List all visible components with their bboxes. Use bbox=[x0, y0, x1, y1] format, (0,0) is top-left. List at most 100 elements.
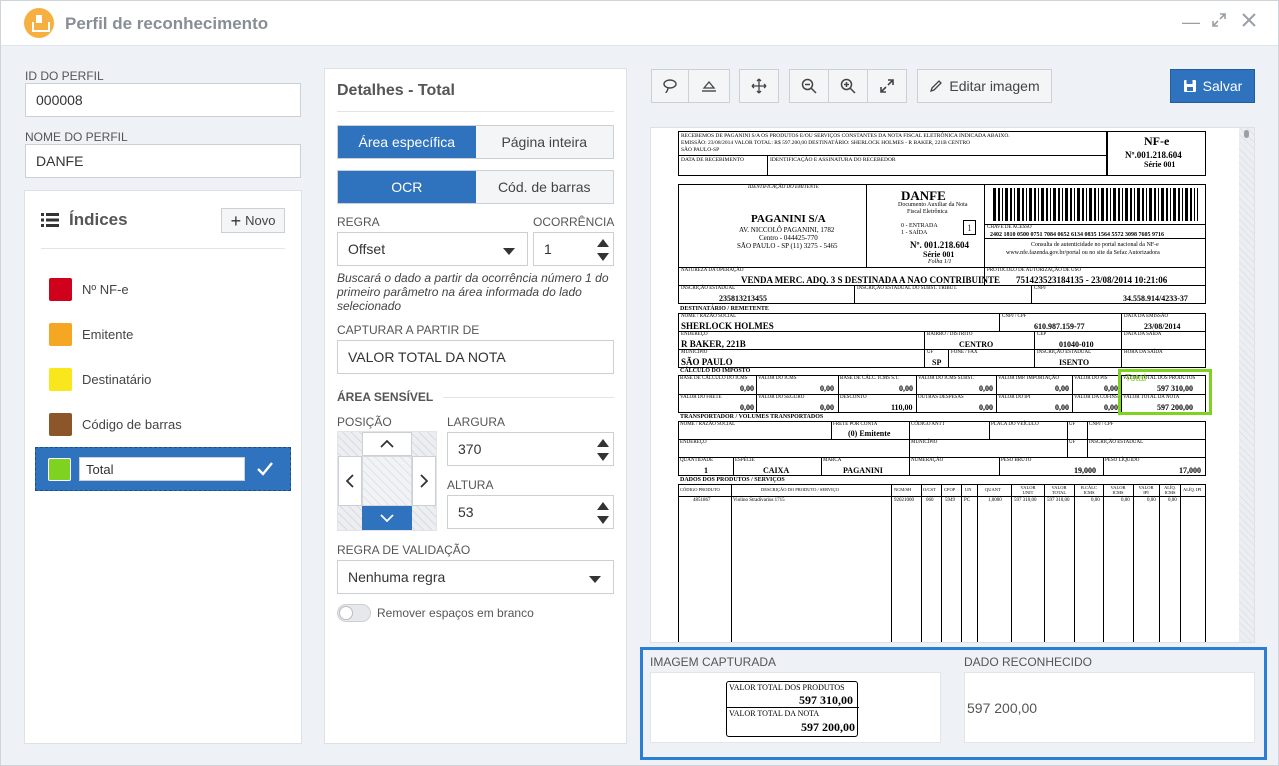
zoom-out-button[interactable] bbox=[789, 69, 829, 103]
column-header: B.CÁLC ICMS bbox=[1080, 485, 1098, 495]
index-name-input[interactable]: Total bbox=[79, 457, 245, 481]
label-text: NATUREZA DA OPERAÇÃO bbox=[681, 268, 744, 273]
captured-image-box: VALOR TOTAL DOS PRODUTOS 597 310,00 VALO… bbox=[650, 672, 941, 743]
barcode-bar bbox=[1125, 188, 1128, 221]
position-pad bbox=[337, 431, 437, 531]
label-text: VALOR DA COFINS bbox=[1074, 395, 1118, 400]
position-label: POSIÇÃO bbox=[337, 415, 392, 429]
rule-line bbox=[996, 375, 997, 413]
rule-line bbox=[999, 457, 1000, 476]
width-stepper[interactable]: 370 bbox=[447, 432, 614, 466]
rule-line bbox=[1031, 285, 1032, 304]
validation-rule-select[interactable]: Nenhuma regra bbox=[337, 560, 614, 594]
barcode-bar bbox=[1137, 188, 1140, 221]
index-item[interactable]: Nº NF-e bbox=[35, 267, 291, 311]
fit-button[interactable] bbox=[867, 69, 907, 103]
position-left-button[interactable] bbox=[338, 456, 362, 506]
label-text: ENDEREÇO bbox=[680, 440, 707, 445]
maximize-icon[interactable] bbox=[1209, 12, 1229, 32]
rule-line bbox=[916, 375, 917, 413]
barcode-bar bbox=[1014, 188, 1015, 221]
rule-line bbox=[909, 421, 910, 457]
position-up-button[interactable] bbox=[362, 432, 412, 456]
profile-id-field[interactable]: 000008 bbox=[25, 83, 301, 117]
index-item[interactable]: Código de barras bbox=[35, 402, 291, 446]
carrier-brand: PAGANINI bbox=[843, 466, 883, 475]
minimize-icon[interactable]: — bbox=[1181, 12, 1201, 32]
cnpj-value: 34.558.914/4233-37 bbox=[1123, 294, 1188, 303]
height-stepper[interactable]: 53 bbox=[447, 495, 614, 529]
barcode-bar bbox=[1094, 188, 1096, 221]
save-button[interactable]: Salvar bbox=[1170, 69, 1255, 103]
barcode-bar bbox=[1053, 188, 1056, 221]
barcode-bar bbox=[1098, 188, 1099, 221]
chevron-down-icon bbox=[589, 576, 601, 583]
position-down-button[interactable] bbox=[362, 506, 412, 530]
tab-barcode[interactable]: Cód. de barras bbox=[475, 171, 613, 203]
move-button[interactable] bbox=[739, 69, 779, 103]
barcode-bar bbox=[1134, 188, 1135, 221]
net-weight: 17,000 bbox=[1179, 466, 1201, 475]
snippet-text: VALOR TOTAL DA NOTA bbox=[729, 709, 820, 718]
barcode-bar bbox=[1038, 188, 1039, 221]
vertical-scrollbar[interactable] bbox=[1239, 128, 1254, 642]
rule-line bbox=[984, 238, 1206, 239]
column-header: O/CST bbox=[923, 487, 936, 492]
product-cell: 4851867 bbox=[693, 498, 711, 503]
indices-panel: Índices + Novo Nº NF-e Emitente Destinat… bbox=[24, 190, 302, 744]
section-label: CÁLCULO DO IMPOSTO bbox=[680, 368, 751, 374]
barcode-bar bbox=[1154, 188, 1156, 221]
rule-select[interactable]: Offset bbox=[337, 232, 528, 266]
capture-from-input[interactable]: VALOR TOTAL DA NOTA bbox=[337, 340, 614, 374]
list-icon bbox=[41, 213, 59, 227]
eraser-button[interactable] bbox=[688, 69, 730, 103]
column-header: CÓDIGO PRODUTO bbox=[680, 487, 720, 492]
label-text: PLACA DO VEÍCULO bbox=[991, 422, 1039, 427]
chevron-right-icon bbox=[420, 474, 428, 488]
barcode-bar bbox=[1077, 188, 1080, 221]
position-right-button[interactable] bbox=[412, 456, 436, 506]
tab-ocr[interactable]: OCR bbox=[338, 171, 476, 203]
label-text: VALOR DO PIS bbox=[1074, 376, 1108, 381]
product-cell: 0,00 bbox=[1121, 498, 1130, 503]
spinner-arrows-icon[interactable] bbox=[597, 237, 609, 263]
new-index-button[interactable]: + Novo bbox=[221, 208, 285, 233]
divider bbox=[41, 248, 285, 249]
column-header: ALÍQ. IPI bbox=[1183, 487, 1202, 492]
index-item[interactable]: Emitente bbox=[35, 312, 291, 356]
index-item-selected[interactable]: Total bbox=[35, 447, 291, 491]
barcode-bar bbox=[1029, 188, 1032, 221]
remove-spaces-toggle[interactable] bbox=[337, 604, 371, 622]
document-preview[interactable]: RECEBEMOS DE PAGANINI S/A OS PRODUTOS E/… bbox=[650, 127, 1255, 643]
zoom-in-button[interactable] bbox=[828, 69, 868, 103]
tab-whole-page[interactable]: Página inteira bbox=[475, 126, 613, 158]
recipient-address: R BAKER, 221B bbox=[681, 339, 746, 349]
tax-value: 0,00 bbox=[1104, 403, 1118, 412]
label-text: BAIRRO / DISTRITO bbox=[927, 332, 973, 337]
recipient-state: SP bbox=[932, 358, 942, 367]
rule-line bbox=[731, 484, 732, 642]
check-icon[interactable] bbox=[257, 462, 273, 476]
recipient-cpf: 610.987.159-77 bbox=[1034, 322, 1085, 331]
label-text: UF bbox=[927, 350, 934, 355]
product-cell: 92021000 bbox=[894, 498, 914, 503]
snippet-value: 597 310,00 bbox=[799, 693, 853, 707]
close-icon[interactable] bbox=[1239, 12, 1259, 32]
scrollbar-thumb[interactable] bbox=[1244, 130, 1249, 138]
tab-specific-area[interactable]: Área específica bbox=[338, 126, 476, 158]
lasso-button[interactable] bbox=[651, 69, 689, 103]
recipient-district: CENTRO bbox=[959, 340, 994, 349]
label-text: IDENTIFICAÇÃO DO EMITENTE bbox=[748, 185, 819, 190]
spinner-arrows-icon[interactable] bbox=[597, 500, 609, 526]
profile-name-field[interactable]: DANFE bbox=[25, 144, 301, 178]
rule-line bbox=[1072, 375, 1073, 413]
occurrence-stepper[interactable]: 1 bbox=[533, 232, 614, 266]
rule-line bbox=[1034, 331, 1035, 349]
company-name: PAGANINI S/A bbox=[751, 213, 826, 225]
index-item[interactable]: Destinatário bbox=[35, 357, 291, 401]
barcode-bar bbox=[1070, 188, 1072, 221]
product-cell: 5949 bbox=[945, 498, 955, 503]
edit-image-button[interactable]: Editar imagem bbox=[917, 69, 1052, 103]
spinner-arrows-icon[interactable] bbox=[597, 437, 609, 463]
label-text: VALOR DO ICMS bbox=[758, 376, 797, 381]
